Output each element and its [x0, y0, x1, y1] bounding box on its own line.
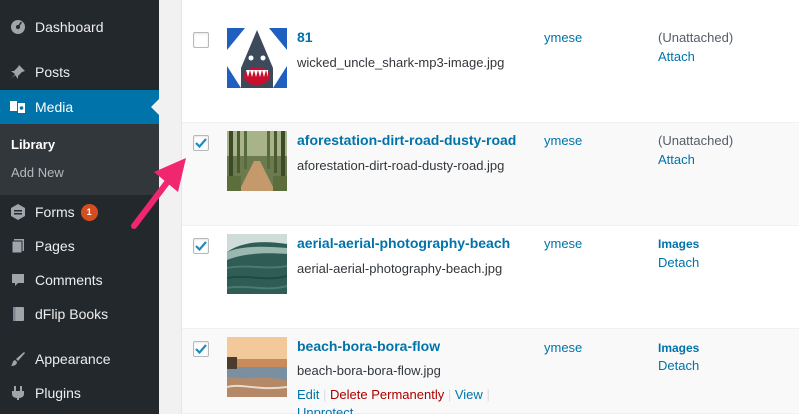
table-row: aforestation-dirt-road-dusty-road afores…: [182, 123, 799, 226]
thumbnail-aerial-beach[interactable]: [227, 234, 287, 294]
author-link[interactable]: ymese: [544, 30, 582, 45]
media-filename: beach-bora-bora-flow.jpg: [297, 363, 441, 378]
table-row: beach-bora-bora-flow beach-bora-bora-flo…: [182, 329, 799, 414]
menu-label: Forms: [35, 204, 75, 220]
media-submenu: Library Add New: [0, 124, 159, 195]
admin-sidebar: Dashboard Posts Media Library Add New Fo…: [0, 0, 159, 414]
uploaded-to-status: (Unattached): [658, 133, 734, 148]
menu-item-posts[interactable]: Posts: [0, 55, 159, 89]
uploaded-to-link[interactable]: Images: [658, 237, 699, 251]
media-title-link[interactable]: aforestation-dirt-road-dusty-road: [297, 132, 516, 148]
separator: |: [323, 387, 327, 402]
menu-item-forms[interactable]: Forms 1: [0, 195, 159, 229]
checkmark-icon: [195, 241, 207, 252]
media-title-link[interactable]: aerial-aerial-photography-beach: [297, 235, 510, 251]
menu-label: Comments: [35, 272, 103, 288]
uploaded-to-status: (Unattached): [658, 30, 734, 45]
thumbnail-shark[interactable]: [227, 28, 287, 88]
menu-label: Posts: [35, 64, 71, 80]
attach-link[interactable]: Attach: [658, 49, 695, 64]
media-filename: aforestation-dirt-road-dusty-road.jpg: [297, 158, 505, 173]
row-actions: Edit | Delete Permanently | View |: [297, 387, 490, 402]
view-link[interactable]: View: [455, 387, 483, 402]
media-list-table: 81 wicked_uncle_shark-mp3-image.jpg ymes…: [181, 0, 799, 414]
checkmark-icon: [195, 138, 207, 149]
notification-badge: 1: [80, 203, 98, 221]
row-checkbox[interactable]: [193, 238, 209, 254]
menu-label: Dashboard: [35, 19, 104, 35]
row-actions-line-2: Unprotect: [297, 405, 353, 414]
pages-icon: [9, 238, 26, 255]
row-checkbox[interactable]: [193, 32, 209, 48]
author-link[interactable]: ymese: [544, 236, 582, 251]
separator: |: [447, 387, 452, 402]
media-title-link[interactable]: beach-bora-bora-flow: [297, 338, 440, 354]
forms-icon: [9, 204, 26, 221]
pin-icon: [9, 64, 26, 81]
author-link[interactable]: ymese: [544, 133, 582, 148]
attach-link[interactable]: Attach: [658, 152, 695, 167]
dashboard-icon: [9, 19, 26, 36]
brush-icon: [9, 351, 26, 368]
menu-item-comments[interactable]: Comments: [0, 263, 159, 297]
media-title-link[interactable]: 81: [297, 29, 313, 45]
menu-label: Plugins: [35, 385, 81, 401]
delete-permanently-link[interactable]: Delete Permanently: [330, 387, 444, 402]
thumbnail-forest-road[interactable]: [227, 131, 287, 191]
menu-item-plugins[interactable]: Plugins: [0, 376, 159, 410]
media-icon: [9, 99, 26, 116]
table-row: aerial-aerial-photography-beach aerial-a…: [182, 226, 799, 329]
author-link[interactable]: ymese: [544, 340, 582, 355]
uploaded-to-link[interactable]: Images: [658, 341, 699, 355]
row-checkbox[interactable]: [193, 135, 209, 151]
thumbnail-beach-sunset[interactable]: [227, 337, 287, 397]
row-checkbox[interactable]: [193, 341, 209, 357]
comment-icon: [9, 272, 26, 289]
menu-label: Pages: [35, 238, 75, 254]
unprotect-link[interactable]: Unprotect: [297, 405, 353, 414]
menu-item-dflip-books[interactable]: dFlip Books: [0, 297, 159, 331]
media-filename: wicked_uncle_shark-mp3-image.jpg: [297, 55, 505, 70]
submenu-library[interactable]: Library: [11, 137, 55, 152]
menu-item-appearance[interactable]: Appearance: [0, 342, 159, 376]
table-row: 81 wicked_uncle_shark-mp3-image.jpg ymes…: [182, 20, 799, 123]
plugin-icon: [9, 385, 26, 402]
checkmark-icon: [195, 344, 207, 355]
main-content: 81 wicked_uncle_shark-mp3-image.jpg ymes…: [159, 0, 799, 414]
menu-label: Appearance: [35, 351, 111, 367]
menu-item-dashboard[interactable]: Dashboard: [0, 10, 159, 44]
menu-item-pages[interactable]: Pages: [0, 229, 159, 263]
detach-link[interactable]: Detach: [658, 255, 699, 270]
separator: |: [486, 387, 490, 402]
detach-link[interactable]: Detach: [658, 358, 699, 373]
book-icon: [9, 306, 26, 323]
menu-label: dFlip Books: [35, 306, 109, 322]
menu-label: Media: [35, 99, 74, 115]
edit-link[interactable]: Edit: [297, 387, 319, 402]
submenu-add-new[interactable]: Add New: [11, 165, 64, 180]
menu-item-media[interactable]: Media: [0, 90, 159, 124]
media-filename: aerial-aerial-photography-beach.jpg: [297, 261, 503, 276]
